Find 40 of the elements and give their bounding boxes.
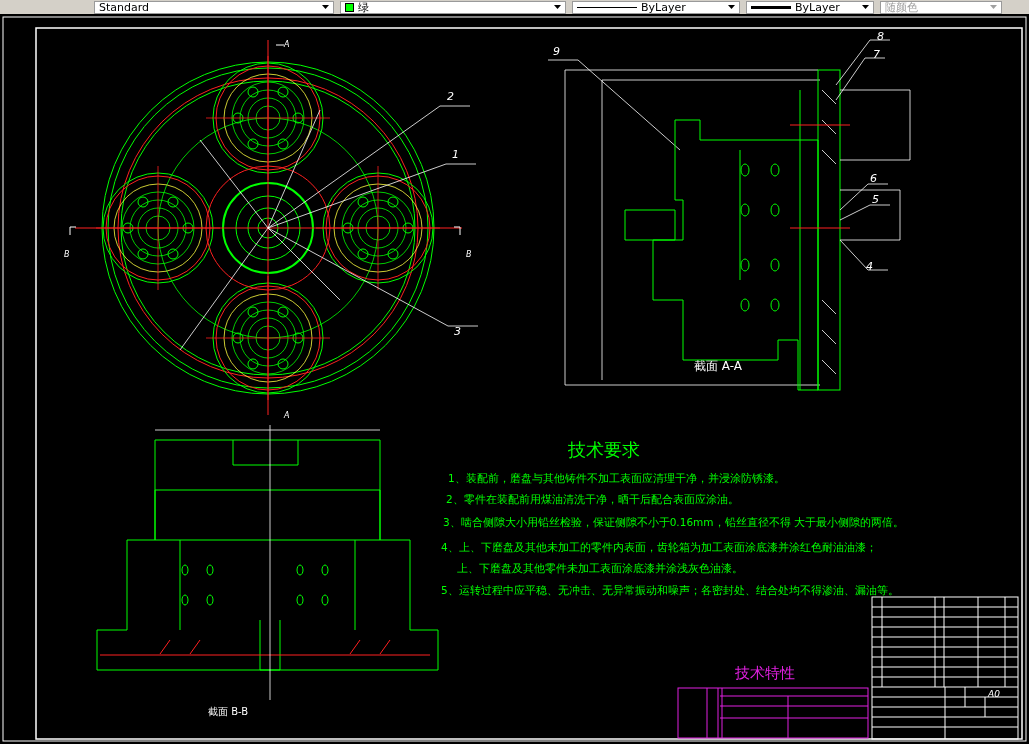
line-sample-icon	[577, 6, 637, 8]
part-number: 5	[872, 193, 879, 206]
caret-icon	[554, 5, 561, 9]
toolbar-dropdown[interactable]: ByLayer	[746, 0, 874, 14]
toolbar-dropdown[interactable]: ByLayer	[572, 0, 740, 14]
part-number: 1	[452, 148, 459, 161]
part-number: 6	[870, 172, 877, 185]
part-number: 4	[866, 260, 873, 273]
requirements-heading: 技术要求	[568, 439, 640, 460]
dropdown-value: ByLayer	[641, 1, 687, 13]
dropdown-value: 随颜色	[885, 1, 919, 13]
line-weight-sample-icon	[751, 5, 791, 9]
part-number: 8	[877, 30, 884, 43]
section-marker: A	[284, 40, 290, 49]
characteristics-heading: 技术特性	[735, 664, 795, 682]
part-number: 7	[873, 48, 880, 61]
section-title: 截面 B-B	[208, 706, 249, 717]
dropdown-value: Standard	[99, 1, 151, 13]
section-marker: B	[466, 250, 472, 259]
section-title: 截面 A-A	[694, 359, 743, 373]
part-number: 2	[447, 90, 454, 103]
part-number: 9	[553, 45, 560, 58]
requirement-text: 1、装配前，磨盘与其他铸件不加工表面应清理干净，并浸涂防锈漆。	[448, 472, 785, 484]
dropdown-value: 绿	[358, 1, 370, 13]
dropdown-value: ByLayer	[795, 1, 841, 13]
caret-icon	[990, 5, 997, 9]
section-marker: A	[284, 411, 290, 420]
section-marker: B	[64, 250, 70, 259]
toolbar-dropdown[interactable]: 绿	[340, 0, 566, 14]
part-number: 3	[454, 325, 461, 338]
caret-icon	[862, 5, 869, 9]
requirement-text: 5、运转过程中应平稳、无冲击、无异常振动和噪声；各密封处、结合处均不得渗油、漏油等。	[441, 584, 899, 596]
toolbar-dropdown[interactable]: Standard	[94, 0, 334, 14]
requirement-text: 上、下磨盘及其他零件未加工表面涂底漆并涂浅灰色油漆。	[457, 562, 743, 574]
requirement-text: 3、啮合侧隙大小用铅丝检验，保证侧隙不小于0.16mm，铅丝直径不得 大于最小侧隙的两倍。	[443, 516, 904, 528]
requirement-text: 2、零件在装配前用煤油清洗干净，晒干后配合表面应涂油。	[446, 493, 739, 505]
sheet-size-text: A0	[988, 689, 1000, 699]
requirement-text: 4、上、下磨盘及其他未加工的零件内表面，齿轮箱为加工表面涂底漆并涂红色耐油油漆；	[441, 541, 877, 553]
caret-icon	[322, 5, 329, 9]
caret-icon	[728, 5, 735, 9]
